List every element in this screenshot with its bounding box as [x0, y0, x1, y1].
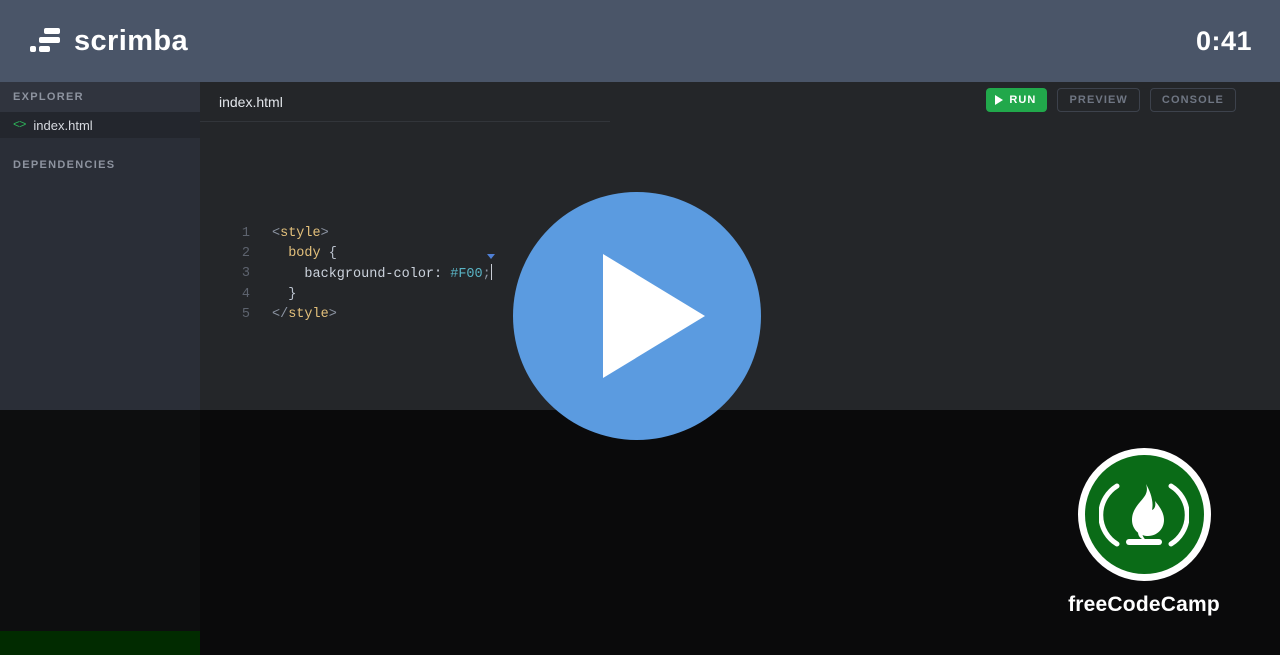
code-token: </	[272, 307, 289, 322]
sidebar-item-label: index.html	[33, 117, 93, 133]
code-line: 2 body {	[228, 244, 492, 264]
run-button-label: RUN	[1009, 94, 1037, 106]
editor-toolbar: RUN PREVIEW CONSOLE	[986, 88, 1236, 112]
tab-index-html[interactable]: index.html	[219, 94, 283, 110]
code-line-content: </style>	[272, 305, 337, 325]
play-triangle-icon	[603, 254, 705, 378]
freecodecamp-wordmark: freeCodeCamp	[1068, 593, 1220, 616]
line-number: 2	[241, 246, 250, 261]
scrimba-logo-icon	[30, 28, 60, 54]
run-button[interactable]: RUN	[986, 88, 1048, 112]
code-token: :	[434, 267, 451, 282]
console-button[interactable]: CONSOLE	[1149, 88, 1236, 112]
code-token: #F00	[450, 267, 483, 282]
code-line-content: background-color: #F00;	[272, 254, 495, 285]
code-token: {	[320, 246, 337, 261]
line-number: 3	[241, 266, 250, 281]
brand-name: scrimba	[74, 24, 189, 57]
code-token: style	[280, 226, 321, 241]
code-token: >	[320, 226, 329, 241]
freecodecamp-badge	[1077, 448, 1211, 581]
app-header: scrimba 0:41	[0, 0, 1280, 82]
code-token: }	[272, 287, 297, 302]
code-token: <	[272, 226, 281, 241]
text-cursor	[486, 254, 495, 280]
console-button-label: CONSOLE	[1161, 94, 1224, 106]
preview-stage-left-column	[0, 410, 200, 655]
freecodecamp-flame-icon	[1084, 455, 1204, 574]
code-brackets-icon: <>	[13, 118, 26, 132]
line-number: 5	[241, 307, 250, 322]
tabbar-divider	[200, 121, 610, 122]
code-line-content: <style>	[272, 224, 329, 244]
line-number: 4	[241, 287, 250, 302]
code-token: >	[328, 307, 337, 322]
freecodecamp-branding: freeCodeCamp	[1059, 448, 1229, 617]
code-token: background-color	[304, 267, 435, 282]
code-token: style	[288, 307, 329, 322]
preview-button[interactable]: PREVIEW	[1057, 88, 1140, 112]
code-line: 4 }	[228, 285, 492, 305]
code-line-content: body {	[272, 244, 337, 264]
playback-progress-fill	[0, 631, 200, 655]
playback-progress-bar[interactable]	[0, 631, 1280, 655]
code-line: 5 </style>	[228, 305, 492, 325]
play-icon	[995, 95, 1004, 105]
scrimba-app-window: scrimba 0:41 EXPLORER <> index.html DEPE…	[0, 0, 1280, 655]
code-token: body	[288, 246, 321, 261]
sidebar-item-index-html[interactable]: <> index.html	[0, 112, 200, 138]
code-line-content: }	[272, 285, 296, 305]
code-line: 1 <style>	[228, 224, 492, 244]
code-line: 3 background-color: #F00;	[228, 254, 495, 285]
sidebar-section-dependencies[interactable]: DEPENDENCIES	[0, 150, 200, 180]
code-editor[interactable]: 1 <style> 2 body {3 background-color: #F00…	[228, 224, 495, 325]
recording-timer: 0:41	[1195, 25, 1252, 56]
code-token: ;	[482, 267, 491, 282]
brand[interactable]: scrimba	[30, 24, 189, 57]
sidebar: EXPLORER <> index.html DEPENDENCIES	[0, 82, 200, 410]
preview-button-label: PREVIEW	[1069, 94, 1128, 106]
line-number: 1	[241, 226, 250, 241]
sidebar-section-explorer[interactable]: EXPLORER	[0, 82, 200, 112]
play-overlay-button[interactable]	[513, 192, 761, 440]
